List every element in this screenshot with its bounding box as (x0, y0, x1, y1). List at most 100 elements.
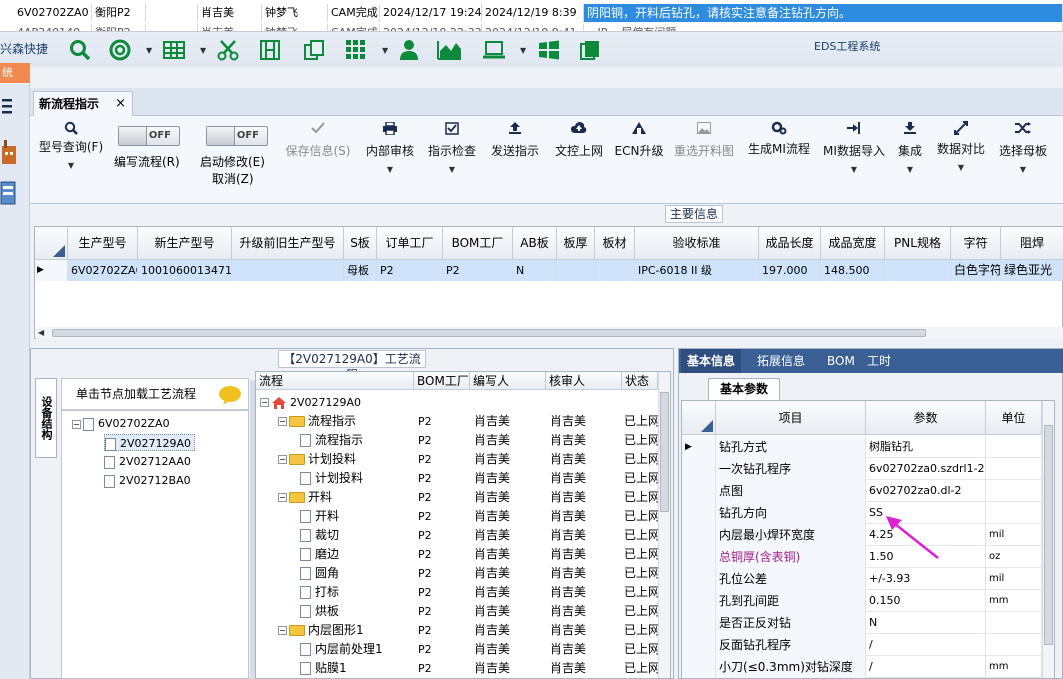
grid-cell[interactable]: 绿色亚光 (1001, 260, 1063, 281)
column-header[interactable]: 核审人 (546, 372, 622, 390)
lifebuoy-icon[interactable] (108, 38, 132, 62)
collapse-icon[interactable]: − (260, 398, 269, 407)
internal-review-button[interactable]: 内部审核 ▼ (364, 120, 416, 174)
data-compare-button[interactable]: 数据对比 ▼ (936, 120, 986, 172)
column-header[interactable]: 字符 (951, 227, 1001, 260)
chevron-down-icon[interactable]: ▼ (520, 46, 526, 55)
column-header[interactable]: 订单工厂 (377, 227, 443, 260)
row-header[interactable] (682, 458, 716, 480)
row-header[interactable] (682, 634, 716, 656)
grid-cell[interactable]: 197.000 (759, 260, 821, 281)
grid-cell[interactable] (595, 260, 635, 281)
doc-control-online-button[interactable]: 文控上网 (552, 120, 606, 159)
param-value[interactable]: 树脂钻孔 (866, 436, 986, 458)
scrollbar-thumb[interactable] (1044, 425, 1053, 645)
grid-cell[interactable]: 母板 (344, 260, 377, 281)
flow-step[interactable]: 打标 (300, 583, 339, 602)
book-icon[interactable] (578, 38, 602, 62)
scroll-left-icon[interactable]: ◀ (38, 328, 44, 337)
flow-step[interactable]: 流程指示 (300, 431, 363, 450)
column-header[interactable]: 板材 (595, 227, 635, 260)
row-header[interactable] (682, 502, 716, 524)
param-row[interactable]: 点图 6v02702za0.dl-2 (682, 480, 1042, 502)
task-row[interactable]: 4AP340140 衡阳P2 肖吉美 钟梦飞 CAM完成 2024/12/18 … (0, 24, 1063, 31)
flow-step[interactable]: 裁切 (300, 526, 339, 545)
horizontal-scrollbar[interactable]: ◀ (36, 327, 1063, 339)
row-header[interactable] (682, 568, 716, 590)
grid-cell[interactable]: 白色字符 (951, 260, 1001, 281)
menu-icon[interactable] (2, 98, 14, 117)
start-modify-toggle[interactable]: OFF (206, 126, 268, 146)
scissors-icon[interactable] (216, 38, 240, 62)
edit-flow-toggle[interactable]: OFF (118, 126, 180, 146)
tab-work-hours[interactable]: 工时 (861, 349, 897, 373)
flow-step[interactable]: 磨边 (300, 545, 339, 564)
chevron-down-icon[interactable]: ▼ (200, 46, 206, 55)
column-header[interactable]: BOM工厂 (414, 372, 470, 390)
chevron-down-icon[interactable]: ▼ (146, 46, 152, 55)
param-value[interactable]: N (866, 612, 986, 634)
column-header[interactable]: 状态 (622, 372, 658, 390)
system-tag[interactable]: 统 (0, 63, 30, 83)
flow-step-row[interactable]: 贴膜1 P2 肖吉美 肖吉美 已上网 (256, 659, 658, 678)
chevron-down-icon[interactable]: ▼ (382, 46, 388, 55)
param-row[interactable]: 孔到孔间距 0.150 mm (682, 590, 1042, 612)
flow-step-row[interactable]: 打标 P2 肖吉美 肖吉美 已上网 (256, 583, 658, 602)
column-header[interactable]: 项目 (716, 401, 866, 435)
flow-step[interactable]: 计划投料 (300, 469, 363, 488)
param-row[interactable]: 小刀(≤0.3mm)对钻深度 / mm (682, 656, 1042, 678)
collapse-icon[interactable]: − (278, 493, 287, 502)
grid-cell[interactable]: 10010600134712 (138, 260, 232, 281)
grid-cell[interactable] (885, 260, 951, 281)
tab-basic-info[interactable]: 基本信息 (681, 349, 742, 373)
column-header[interactable]: 编写人 (470, 372, 546, 390)
flow-step-row[interactable]: 烘板 P2 肖吉美 肖吉美 已上网 (256, 602, 658, 621)
tree-node-root[interactable]: − 6V02702ZA0 (72, 415, 170, 432)
param-row[interactable]: 一次钻孔程序 6v02702za0.szdrl1-2 (682, 458, 1042, 480)
copy-icon[interactable] (302, 38, 326, 62)
grid-cell[interactable]: P2 (377, 260, 443, 281)
save-info-button[interactable]: 保存信息(S) (282, 120, 354, 159)
flow-step[interactable]: 烘板 (300, 602, 339, 621)
row-header[interactable] (682, 612, 716, 634)
grid-cell[interactable]: IPC-6018 II 级 (635, 260, 759, 281)
scrollbar-thumb[interactable] (660, 392, 669, 512)
row-indicator-icon[interactable]: ▶ (35, 260, 68, 281)
flow-step[interactable]: 内层前处理1 (300, 640, 383, 659)
table-icon[interactable] (162, 38, 186, 62)
column-header[interactable]: 成品宽度 (821, 227, 885, 260)
collapse-icon[interactable]: − (278, 455, 287, 464)
cancel-button[interactable]: 取消(Z) (212, 170, 254, 187)
flow-step-row[interactable]: − 内层图形1 P2 肖吉美 肖吉美 已上网 (256, 621, 658, 640)
param-row[interactable]: 钻孔方向 SS (682, 502, 1042, 524)
column-header[interactable]: 新生产型号 (138, 227, 232, 260)
tab-bom[interactable]: BOM (821, 349, 861, 373)
row-header[interactable] (682, 480, 716, 502)
flow-group[interactable]: − 内层图形1 (278, 621, 364, 640)
flow-step-row[interactable]: − 流程指示 P2 肖吉美 肖吉美 已上网 (256, 412, 658, 431)
area-chart-icon[interactable] (437, 38, 461, 62)
collapse-icon[interactable]: − (278, 626, 287, 635)
flow-step-row[interactable]: − 开料 P2 肖吉美 肖吉美 已上网 (256, 488, 658, 507)
grid-cell[interactable]: N (513, 260, 557, 281)
flow-step-row[interactable]: 圆角 P2 肖吉美 肖吉美 已上网 (256, 564, 658, 583)
flow-step-row[interactable]: 计划投料 P2 肖吉美 肖吉美 已上网 (256, 469, 658, 488)
database-icon[interactable] (0, 180, 18, 211)
select-mother-board-button[interactable]: 选择母板 ▼ (996, 120, 1050, 174)
model-query-button[interactable]: 型号查询(F) ▼ (36, 120, 106, 170)
tree-node-child[interactable]: 2V02712BA0 (104, 472, 191, 489)
task-row[interactable]: 6V02702ZA0 衡阳P2 肖吉美 钟梦飞 CAM完成 2024/12/17… (0, 4, 1063, 22)
grid-cell[interactable]: 148.500 (821, 260, 885, 281)
grid-cell[interactable]: P2 (443, 260, 513, 281)
param-value[interactable]: / (866, 634, 986, 656)
windows-icon[interactable] (537, 38, 561, 62)
column-header[interactable]: S板 (344, 227, 377, 260)
param-row[interactable]: 是否正反对钻 N (682, 612, 1042, 634)
apps-grid-icon[interactable] (344, 38, 368, 62)
reselect-cutting-chart-button[interactable]: 重选开料图 (672, 120, 736, 159)
column-header[interactable]: AB板 (513, 227, 557, 260)
tab-basic-params[interactable]: 基本参数 (708, 378, 780, 400)
param-value[interactable]: / (866, 656, 986, 678)
flow-step-row[interactable]: 流程指示 P2 肖吉美 肖吉美 已上网 (256, 431, 658, 450)
scrollbar-thumb[interactable] (52, 329, 926, 337)
